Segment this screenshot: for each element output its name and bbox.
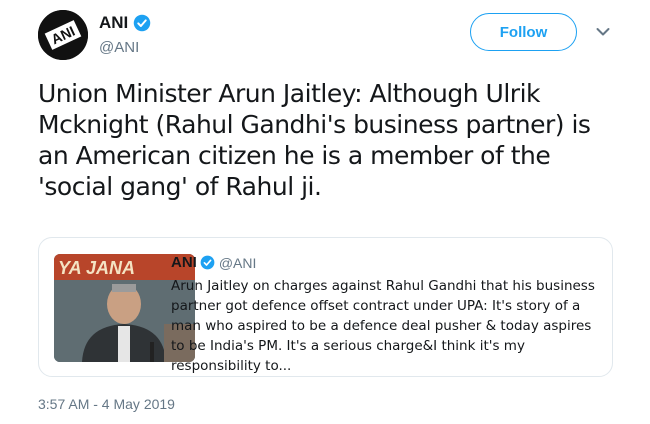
verified-badge-icon	[133, 14, 151, 32]
tweet-timestamp[interactable]: 3:57 AM - 4 May 2019	[38, 396, 175, 412]
quoted-tweet-text: Arun Jaitley on charges against Rahul Ga…	[171, 278, 595, 374]
svg-text:YA JANA: YA JANA	[58, 258, 135, 278]
quoted-tweet-header: ANI @ANI	[171, 254, 256, 271]
author-handle[interactable]: @ANI	[99, 39, 139, 56]
tweet-text: Union Minister Arun Jaitley: Although Ul…	[38, 79, 591, 201]
quoted-author-handle[interactable]: @ANI	[219, 255, 257, 271]
follow-button[interactable]: Follow	[470, 13, 577, 51]
chevron-down-icon[interactable]	[596, 27, 610, 37]
verified-badge-icon	[200, 255, 215, 270]
quoted-author-name[interactable]: ANI	[171, 254, 197, 271]
author-name-row: ANI	[99, 13, 151, 33]
quoted-tweet-card[interactable]: YA JANA ANI @ANI Arun Jaitley on charges…	[38, 237, 613, 377]
ani-logo-icon: ANI	[38, 10, 88, 60]
tweet-header: ANI ANI @ANI Follow	[0, 0, 650, 70]
author-display-name[interactable]: ANI	[99, 13, 128, 33]
avatar[interactable]: ANI	[38, 10, 88, 60]
